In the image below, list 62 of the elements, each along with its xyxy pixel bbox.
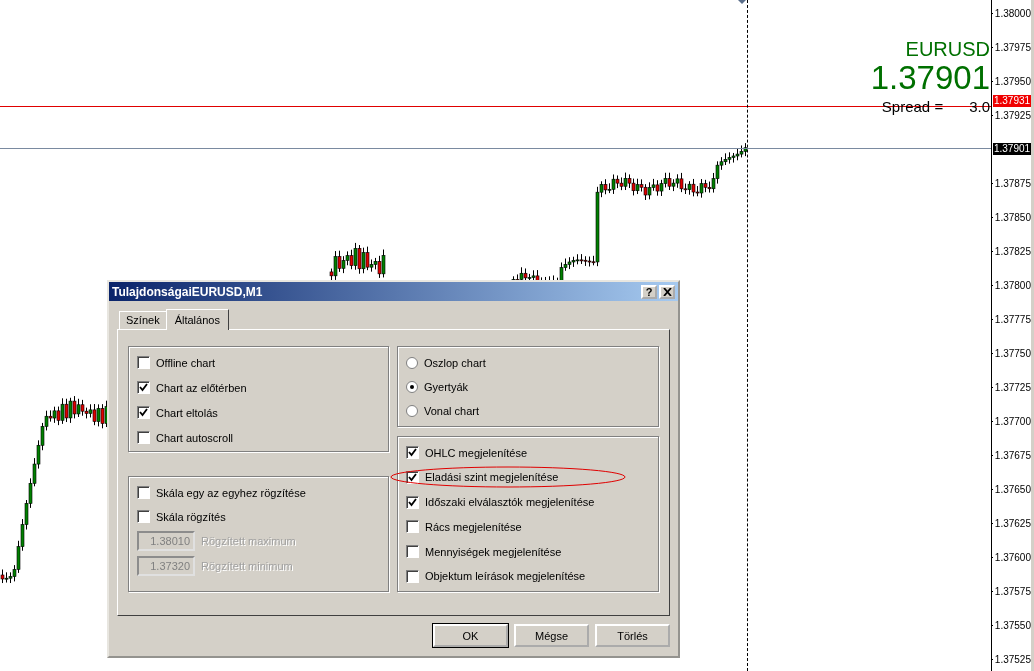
- radio-button[interactable]: [406, 356, 418, 369]
- axis-label: 1.37550: [994, 619, 1031, 631]
- checkbox[interactable]: [406, 446, 419, 459]
- checkbox[interactable]: [137, 406, 150, 419]
- radio-label: Gyertyák: [424, 380, 468, 393]
- checkbox[interactable]: [137, 356, 150, 369]
- help-button[interactable]: ?: [641, 284, 657, 299]
- axis-label: 1.37675: [994, 449, 1031, 461]
- checkbox[interactable]: [137, 486, 150, 499]
- dialog-button[interactable]: Törlés: [595, 624, 670, 647]
- axis-label: 1.37775: [994, 313, 1031, 325]
- dialog-button[interactable]: OK: [433, 624, 508, 647]
- checkbox-label: Offline chart: [156, 356, 216, 369]
- axis-label: 1.37575: [994, 585, 1031, 597]
- checkbox-label: Skála egy az egyhez rögzítése: [156, 486, 306, 499]
- axis-label: 1.37850: [994, 211, 1031, 223]
- checkbox-label: Mennyiségek megjelenítése: [425, 545, 562, 558]
- axis-label: 1.37875: [994, 177, 1031, 189]
- axis-label: 1.37800: [994, 279, 1031, 291]
- axis-label: 1.37925: [994, 109, 1031, 121]
- checkbox-label: Objektum leírások megjelenítése: [425, 570, 586, 583]
- axis-label: 1.37725: [994, 381, 1031, 393]
- checkbox-label: Skála rögzítés: [156, 510, 226, 523]
- axis-label: 1.38000: [994, 7, 1031, 19]
- axis-label: 1.37975: [994, 41, 1031, 53]
- axis-label: 1.37700: [994, 415, 1031, 427]
- radio-label: Vonal chart: [424, 404, 480, 417]
- checkbox[interactable]: [406, 545, 419, 559]
- radio-button[interactable]: [406, 404, 418, 417]
- checkbox-label: Rács megjelenítése: [425, 520, 522, 533]
- checkbox[interactable]: [406, 495, 419, 509]
- diamond-icon: [738, 0, 746, 5]
- axis-label: 1.37825: [994, 245, 1031, 257]
- dialog-button[interactable]: Mégse: [514, 624, 589, 647]
- checkbox[interactable]: [137, 510, 150, 523]
- window-title: TulajdonságaiEURUSD,M1: [112, 284, 264, 299]
- checkbox-label: Chart autoscroll: [156, 431, 234, 444]
- tab[interactable]: Általános: [165, 309, 229, 330]
- checkbox-label: Chart eltolás: [156, 406, 218, 419]
- symbol-label: EURUSD: [905, 38, 990, 60]
- checkbox[interactable]: [137, 381, 150, 394]
- checkbox-label: Időszaki elválasztók megjelenítése: [425, 496, 595, 509]
- axis-label: 1.37600: [994, 551, 1031, 563]
- radio-button[interactable]: [406, 380, 418, 393]
- axis-label: 1.37650: [994, 483, 1031, 495]
- checkbox-label: Chart az előtérben: [156, 381, 247, 394]
- checkbox[interactable]: [406, 520, 419, 534]
- close-button[interactable]: [659, 284, 675, 299]
- checkbox[interactable]: [406, 570, 419, 583]
- bid-price-marker: 1.37901: [993, 143, 1031, 155]
- bid-price: 1.37901: [870, 60, 990, 96]
- checkbox-label: Eladási szint megjelenítése: [425, 471, 559, 484]
- axis-label: 1.37750: [994, 347, 1031, 359]
- checkbox[interactable]: [137, 431, 150, 444]
- axis-label: 1.37625: [994, 517, 1031, 529]
- checkbox-label: OHLC megjelenítése: [425, 446, 528, 459]
- ask-price-marker: 1.37931: [993, 95, 1031, 107]
- axis-label: 1.37950: [994, 75, 1031, 87]
- axis-label: 1.37525: [994, 653, 1031, 665]
- close-icon: [662, 287, 672, 296]
- radio-label: Oszlop chart: [424, 356, 486, 369]
- tab[interactable]: Színek: [119, 311, 167, 329]
